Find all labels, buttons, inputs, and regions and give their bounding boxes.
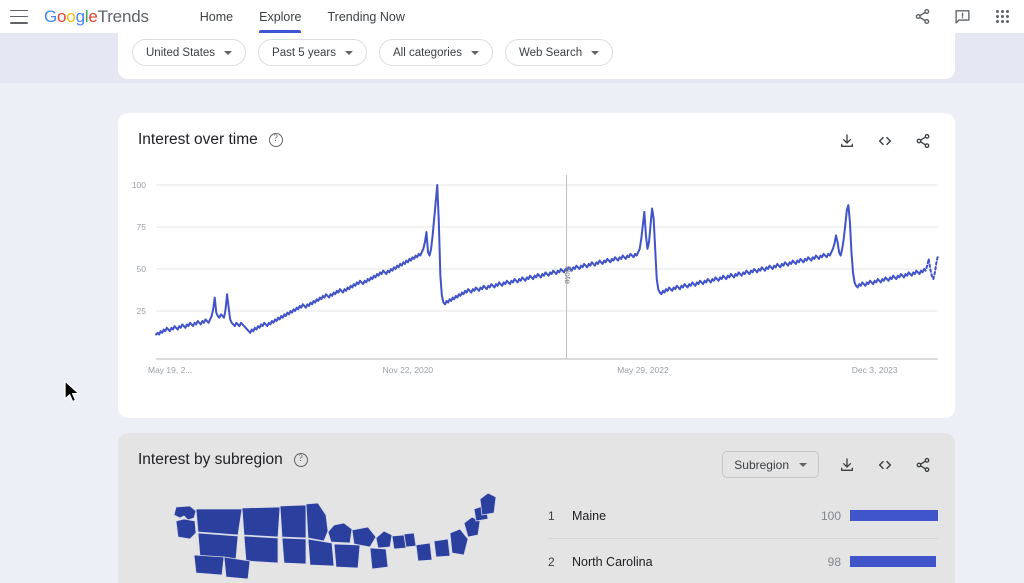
subregion-ranking-list: 1 Maine 100 2 North Carolina 98	[548, 493, 938, 583]
interest-over-time-header: Interest over time ?	[138, 131, 283, 149]
nav-tab-trending-now[interactable]: Trending Now	[315, 0, 418, 33]
chevron-down-icon	[224, 50, 233, 55]
download-icon[interactable]	[837, 455, 857, 475]
main-nav: Home Explore Trending Now	[187, 0, 418, 33]
chart-y-tick-75: 75	[136, 222, 146, 232]
nav-tab-trending-now-label: Trending Now	[327, 9, 405, 24]
interest-by-subregion-header: Interest by subregion ?	[138, 451, 308, 469]
subregion-bar-fill	[850, 510, 938, 521]
interest-by-subregion-actions: Subregion	[722, 451, 933, 478]
logo-letter-o1: o	[57, 6, 67, 26]
chart-note-annotation: Note	[562, 265, 573, 284]
interest-over-time-actions	[837, 131, 933, 151]
subregion-bar-fill	[850, 556, 937, 567]
subregion-value: 100	[820, 508, 841, 523]
google-trends-page: GoogleTrends Home Explore Trending Now U…	[0, 0, 1024, 583]
google-apps-icon[interactable]	[992, 7, 1012, 27]
subregion-name: North Carolina	[572, 554, 653, 569]
logo-letter-o2: o	[66, 6, 76, 26]
help-icon[interactable]: ?	[293, 453, 308, 467]
chart-x-tick-3: Dec 3, 2023	[851, 365, 898, 375]
subregion-row[interactable]: 1 Maine 100	[548, 493, 938, 539]
subregion-rank: 1	[548, 508, 555, 523]
filter-chip-group: United States Past 5 years All categorie…	[132, 39, 614, 66]
interest-over-time-card: Interest over time ? 25 50 75 100 May 19…	[118, 113, 955, 418]
subregion-bar-track	[850, 510, 938, 521]
line-chart-svg	[155, 175, 939, 360]
nav-tab-home[interactable]: Home	[187, 0, 246, 33]
subregion-rank: 2	[548, 554, 555, 569]
chevron-down-icon	[799, 462, 807, 467]
embed-code-icon[interactable]	[875, 131, 895, 151]
feedback-icon[interactable]	[952, 7, 972, 27]
us-map-svg	[173, 492, 497, 580]
logo-letter-g1: G	[44, 6, 58, 26]
filter-chip-timerange-label: Past 5 years	[272, 46, 336, 59]
share-icon[interactable]	[913, 131, 933, 151]
nav-tab-home-label: Home	[199, 9, 234, 24]
choropleth-map[interactable]	[138, 485, 528, 583]
subregion-value: 98	[827, 554, 841, 569]
chevron-down-icon	[591, 50, 600, 55]
filter-chip-search-type-label: Web Search	[519, 46, 583, 59]
chart-x-tick-0: May 19, 2...	[148, 365, 193, 375]
google-trends-logo[interactable]: GoogleTrends	[44, 7, 149, 27]
page-title: Interest over time	[138, 131, 258, 148]
embed-code-icon[interactable]	[875, 455, 895, 475]
nav-tab-explore-label: Explore	[259, 9, 302, 24]
filter-chip-search-type[interactable]: Web Search	[505, 39, 614, 66]
help-icon[interactable]: ?	[268, 133, 283, 147]
chart-y-tick-25: 25	[136, 306, 146, 316]
subregion-bar-track	[850, 556, 938, 567]
filter-chip-location[interactable]: United States	[132, 39, 247, 66]
filter-chip-category[interactable]: All categories	[378, 39, 494, 66]
logo-product-name: Trends	[97, 6, 149, 26]
logo-letter-g2: g	[75, 6, 85, 26]
subregion-title: Interest by subregion	[138, 451, 283, 468]
subregion-select[interactable]: Subregion	[722, 451, 819, 478]
chevron-down-icon	[344, 50, 353, 55]
interest-by-subregion-card: Interest by subregion ? Subregion 1 Main…	[118, 433, 955, 583]
share-icon[interactable]	[912, 7, 932, 27]
chart-y-tick-100: 100	[131, 180, 146, 190]
nav-tab-explore[interactable]: Explore	[246, 0, 314, 33]
app-bar-actions	[912, 7, 1012, 27]
subregion-name: Maine	[572, 508, 607, 523]
chart-x-tick-2: May 29, 2022	[617, 365, 669, 375]
share-icon[interactable]	[913, 455, 933, 475]
filter-chip-timerange[interactable]: Past 5 years	[258, 39, 367, 66]
logo-letter-e: e	[88, 6, 98, 26]
chevron-down-icon	[471, 50, 480, 55]
hamburger-menu-icon[interactable]	[10, 9, 28, 24]
chart-y-tick-50: 50	[136, 264, 146, 274]
app-bar: GoogleTrends Home Explore Trending Now	[0, 0, 1024, 33]
subregion-row[interactable]: 2 North Carolina 98	[548, 539, 938, 583]
filter-chip-category-label: All categories	[392, 46, 463, 59]
filter-chip-location-label: United States	[146, 46, 216, 59]
subregion-select-label: Subregion	[734, 457, 789, 472]
chart-x-tick-1: Nov 22, 2020	[382, 365, 434, 375]
download-icon[interactable]	[837, 131, 857, 151]
interest-over-time-chart[interactable]: 25 50 75 100 May 19, 2... Nov 22, 2020 May 29…	[118, 173, 955, 418]
